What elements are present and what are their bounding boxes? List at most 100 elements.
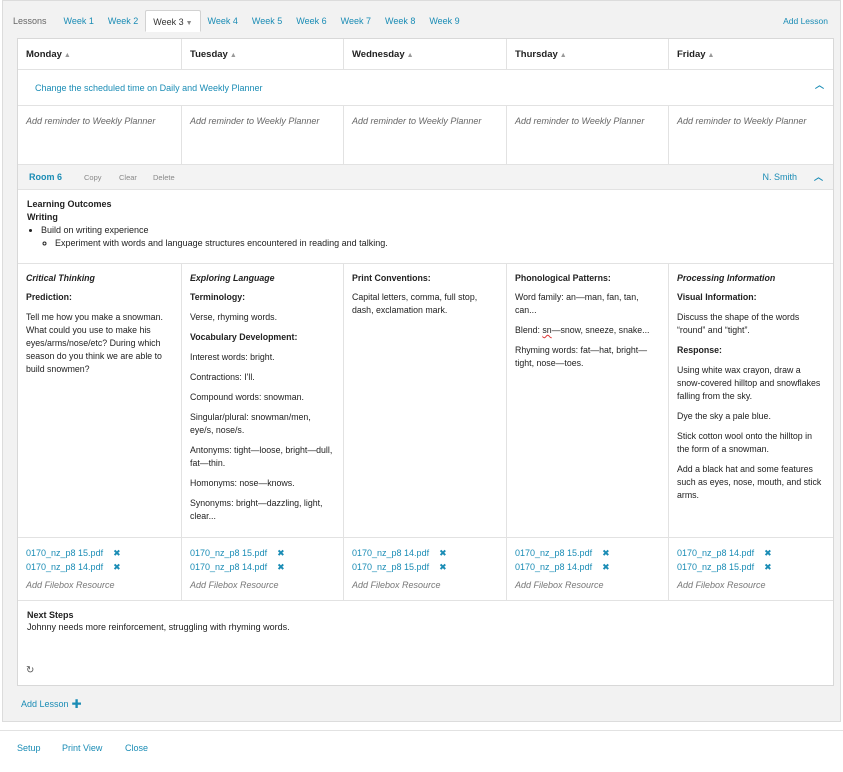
add-filebox-resource[interactable]: Add Filebox Resource <box>190 580 335 590</box>
outcome-item-text: Build on writing experience <box>41 225 149 235</box>
close-icon[interactable]: ✖ <box>277 548 285 559</box>
reminder-field-thursday[interactable]: Add reminder to Weekly Planner <box>507 106 669 164</box>
tab-week-4[interactable]: Week 4 <box>201 10 245 32</box>
section-title: Phonological Patterns: <box>515 273 611 283</box>
section-text: Add a black hat and some features such a… <box>677 464 822 500</box>
file-link[interactable]: 0170_nz_p8 14.pdf <box>26 562 103 572</box>
close-icon[interactable]: ✖ <box>113 562 121 573</box>
file-link[interactable]: 0170_nz_p8 14.pdf <box>352 548 429 558</box>
files-cell-tuesday: 0170_nz_p8 15.pdf ✖ 0170_nz_p8 14.pdf ✖ Ad… <box>182 538 344 600</box>
next-steps-title: Next Steps <box>27 610 74 620</box>
close-icon[interactable]: ✖ <box>277 562 285 573</box>
section-text: Capital letters, comma, full stop, dash,… <box>352 292 478 315</box>
change-schedule-link[interactable]: Change the scheduled time on Daily and W… <box>35 83 262 93</box>
reminder-field-monday[interactable]: Add reminder to Weekly Planner <box>18 106 182 164</box>
add-lesson-label: Add Lesson <box>21 699 69 709</box>
section-text: Tell me how you make a snowman. What cou… <box>26 312 163 374</box>
file-link[interactable]: 0170_nz_p8 14.pdf <box>515 562 592 572</box>
day-header-monday[interactable]: Monday ▲ <box>18 39 182 69</box>
file-item: 0170_nz_p8 14.pdf ✖ <box>190 560 335 574</box>
lesson-cell-wednesday[interactable]: Print Conventions: Capital letters, comm… <box>344 264 507 537</box>
close-icon[interactable]: ✖ <box>439 562 447 573</box>
tab-week-7[interactable]: Week 7 <box>334 10 378 32</box>
copy-button[interactable]: Copy <box>84 173 102 182</box>
file-link[interactable]: 0170_nz_p8 14.pdf <box>677 548 754 558</box>
add-filebox-resource[interactable]: Add Filebox Resource <box>677 580 825 590</box>
tabs-label: Lessons <box>13 16 47 26</box>
file-link[interactable]: 0170_nz_p8 15.pdf <box>352 562 429 572</box>
files-cell-friday: 0170_nz_p8 14.pdf ✖ 0170_nz_p8 15.pdf ✖ Ad… <box>669 538 833 600</box>
clear-button[interactable]: Clear <box>119 173 137 182</box>
refresh-icon[interactable]: ↻ <box>26 665 34 676</box>
outcome-subitem: Experiment with words and language struc… <box>55 237 824 250</box>
section-heading: Terminology: <box>190 292 246 302</box>
teacher-link[interactable]: N. Smith <box>762 172 797 182</box>
file-link[interactable]: 0170_nz_p8 15.pdf <box>677 562 754 572</box>
tab-week-9[interactable]: Week 9 <box>422 10 466 32</box>
planner-frame: Lessons Week 1 Week 2 Week 3 ▼ Week 4 Wee… <box>2 0 841 722</box>
close-icon[interactable]: ✖ <box>764 562 772 573</box>
tab-week-8[interactable]: Week 8 <box>378 10 422 32</box>
section-heading: Visual Information: <box>677 292 757 302</box>
reminder-field-tuesday[interactable]: Add reminder to Weekly Planner <box>182 106 344 164</box>
print-view-button[interactable]: Print View <box>62 743 102 753</box>
tab-week-6[interactable]: Week 6 <box>289 10 333 32</box>
file-link[interactable]: 0170_nz_p8 15.pdf <box>190 548 267 558</box>
file-link[interactable]: 0170_nz_p8 15.pdf <box>26 548 103 558</box>
outcome-sublist: Experiment with words and language struc… <box>55 237 824 250</box>
lesson-cell-monday[interactable]: Critical Thinking Prediction: Tell me ho… <box>18 264 182 537</box>
tab-week-2[interactable]: Week 2 <box>101 10 145 32</box>
day-header-friday[interactable]: Friday ▲ <box>669 39 833 69</box>
section-text: Using white wax crayon, draw a snow-cove… <box>677 365 821 401</box>
sort-chevron-icon: ▲ <box>559 52 567 59</box>
close-icon[interactable]: ✖ <box>439 548 447 559</box>
file-link[interactable]: 0170_nz_p8 14.pdf <box>190 562 267 572</box>
tab-week-5[interactable]: Week 5 <box>245 10 289 32</box>
lesson-content-row: Critical Thinking Prediction: Tell me ho… <box>18 264 833 538</box>
chevron-up-icon[interactable]: ︿ <box>815 78 824 91</box>
section-title: Processing Information <box>677 273 776 283</box>
outcomes-list: Build on writing experience Experiment w… <box>41 224 824 250</box>
day-header-thursday[interactable]: Thursday ▲ <box>507 39 669 69</box>
add-lesson-top-link[interactable]: Add Lesson <box>783 16 828 26</box>
reminder-field-friday[interactable]: Add reminder to Weekly Planner <box>669 106 833 164</box>
section-text: Homonyms: nose—knows. <box>190 478 295 488</box>
close-button[interactable]: Close <box>125 743 148 753</box>
close-icon[interactable]: ✖ <box>602 562 610 573</box>
next-steps[interactable]: Next Steps Johnny needs more reinforceme… <box>18 601 833 686</box>
outcome-item: Build on writing experience Experiment w… <box>41 224 824 250</box>
section-text: Stick cotton wool onto the hilltop in th… <box>677 431 812 454</box>
add-filebox-resource[interactable]: Add Filebox Resource <box>515 580 660 590</box>
file-item: 0170_nz_p8 15.pdf ✖ <box>190 546 335 560</box>
sort-chevron-icon: ▲ <box>406 52 414 59</box>
room-name-link[interactable]: Room 6 <box>29 172 62 182</box>
add-lesson-bottom-button[interactable]: Add Lesson ✚ <box>21 697 82 711</box>
lesson-cell-friday[interactable]: Processing Information Visual Informatio… <box>669 264 833 537</box>
close-icon[interactable]: ✖ <box>602 548 610 559</box>
setup-button[interactable]: Setup <box>17 743 41 753</box>
chevron-up-icon[interactable]: ︿ <box>814 170 823 183</box>
day-label: Wednesday <box>352 49 405 60</box>
file-item: 0170_nz_p8 15.pdf ✖ <box>352 560 498 574</box>
tab-week-1[interactable]: Week 1 <box>57 10 101 32</box>
reminder-field-wednesday[interactable]: Add reminder to Weekly Planner <box>344 106 507 164</box>
plus-icon: ✚ <box>71 697 82 711</box>
add-filebox-resource[interactable]: Add Filebox Resource <box>26 580 173 590</box>
tab-week-3[interactable]: Week 3 ▼ <box>145 10 201 32</box>
file-link[interactable]: 0170_nz_p8 15.pdf <box>515 548 592 558</box>
section-title: Exploring Language <box>190 273 275 283</box>
close-icon[interactable]: ✖ <box>113 548 121 559</box>
outcomes-subject: Writing <box>27 212 58 222</box>
day-header-wednesday[interactable]: Wednesday ▲ <box>344 39 507 69</box>
add-filebox-resource[interactable]: Add Filebox Resource <box>352 580 498 590</box>
delete-button[interactable]: Delete <box>153 173 175 182</box>
lesson-cell-tuesday[interactable]: Exploring Language Terminology: Verse, r… <box>182 264 344 537</box>
file-item: 0170_nz_p8 15.pdf ✖ <box>26 546 173 560</box>
file-item: 0170_nz_p8 14.pdf ✖ <box>352 546 498 560</box>
day-header-tuesday[interactable]: Tuesday ▲ <box>182 39 344 69</box>
day-label: Thursday <box>515 49 558 60</box>
lesson-cell-thursday[interactable]: Phonological Patterns: Word family: an—m… <box>507 264 669 537</box>
close-icon[interactable]: ✖ <box>764 548 772 559</box>
next-steps-text: Johnny needs more reinforcement, struggl… <box>27 622 290 632</box>
sort-chevron-icon: ▲ <box>63 52 71 59</box>
